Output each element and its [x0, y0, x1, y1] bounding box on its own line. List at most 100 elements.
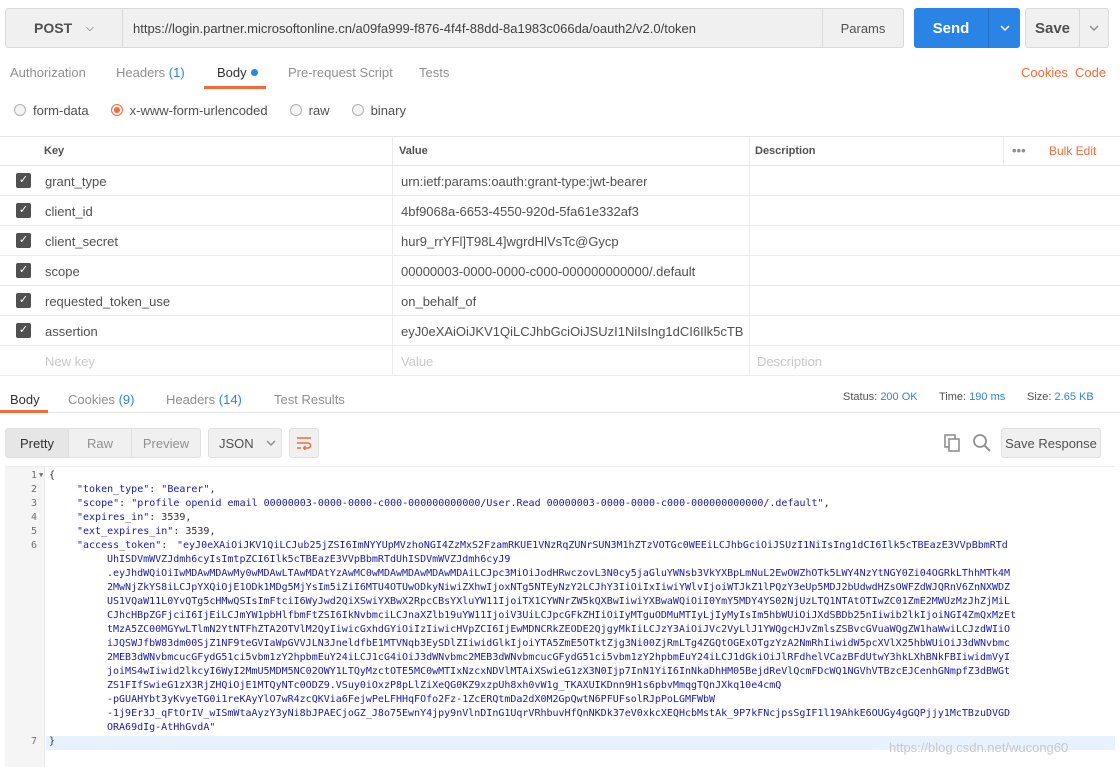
json-line-token-type: "token_type": "Bearer",: [77, 484, 216, 495]
raw-button[interactable]: Raw: [68, 428, 132, 458]
save-dropdown-button[interactable]: [1079, 8, 1109, 48]
row-key[interactable]: assertion: [45, 324, 98, 339]
table-row: ✓ requested_token_use on_behalf_of: [0, 286, 1120, 316]
json-line-ext-expires-in: "ext_expires_in": 3539,: [77, 526, 216, 537]
radio-urlencoded[interactable]: x-www-form-urlencoded: [110, 103, 268, 118]
tab-authorization[interactable]: Authorization: [10, 65, 86, 80]
response-tabs: Body Cookies (9) Headers (14) Test Resul…: [0, 383, 1120, 413]
new-key-input[interactable]: New key: [45, 354, 95, 369]
active-tab-underline: [0, 410, 48, 413]
access-token-line: 2MEB3dWNvbmcucGFydG51ci5vbm1zY2hpbmEuY24…: [107, 652, 1011, 663]
table-row: ✓ grant_type urn:ietf:params:oauth:grant-t…: [0, 166, 1120, 196]
size-readout: Size: 2.65 KB: [1027, 391, 1094, 403]
row-value[interactable]: eyJ0eXAiOiJKV1QiLCJhbGciOiJSUzI1NiIsIng1…: [401, 324, 743, 339]
access-token-line: joiMS4wIiwid2lkcyI6WyI2MmU5MDM5NC02OWY1L…: [107, 666, 1011, 677]
radio-binary[interactable]: binary: [351, 103, 406, 118]
access-token-line: US1VQaW11L0YvQTg5cHMwQSIsImFtciI6WyJwd2Q…: [107, 596, 1011, 607]
response-tab-headers[interactable]: Headers (14): [166, 392, 242, 407]
row-value[interactable]: on_behalf_of: [401, 294, 476, 309]
method-label: POST: [34, 20, 73, 36]
url-input[interactable]: https://login.partner.microsoftonline.cn…: [123, 8, 823, 48]
json-line-access-token: "access_token":: [77, 540, 174, 551]
row-value[interactable]: 00000003-0000-0000-c000-000000000000/.de…: [401, 264, 695, 279]
copy-icon[interactable]: [943, 434, 961, 452]
tab-tests[interactable]: Tests: [419, 65, 449, 80]
response-tab-cookies[interactable]: Cookies (9): [68, 392, 134, 407]
row-value[interactable]: hur9_rrYFl]T98L4]wgrdHlVsTc@Gycp: [401, 234, 619, 249]
save-button[interactable]: Save: [1025, 8, 1080, 48]
row-key[interactable]: grant_type: [45, 174, 106, 189]
save-response-button[interactable]: Save Response: [1001, 428, 1101, 458]
access-token-line: iJQSWJfbW83dm00SjZ1NF9teGVIaWpGVVJLN3Jne…: [107, 638, 1011, 649]
row-enabled-checkbox[interactable]: ✓: [16, 263, 31, 278]
pretty-button[interactable]: Pretty: [5, 428, 69, 458]
row-key[interactable]: client_id: [45, 204, 93, 219]
key-column-header: Key: [44, 145, 65, 157]
row-enabled-checkbox[interactable]: ✓: [16, 293, 31, 308]
response-view-toolbar: Pretty Raw Preview JSON Save Response: [5, 428, 1115, 458]
json-close-brace: }: [49, 736, 56, 747]
cookies-link[interactable]: Cookies: [1021, 65, 1068, 80]
row-enabled-checkbox[interactable]: ✓: [16, 203, 31, 218]
time-readout: Time: 190 ms: [939, 391, 1006, 403]
tab-prerequest-script[interactable]: Pre-request Script: [288, 65, 393, 80]
access-token-line: "eyJ0eXAiOiJKV1QiLCJub25jZSI6ImNYYUpMVzh…: [177, 540, 1008, 551]
row-key[interactable]: client_secret: [45, 234, 118, 249]
new-value-input[interactable]: Value: [401, 354, 433, 369]
access-token-line: .eyJhdWQiOiIwMDAwMDAwMy0wMDAwLTAwMDAtYzA…: [107, 568, 1011, 579]
access-token-line: tMzA5ZC00MGYwLTlmN2YtNTFhZTA2OTVlM2QyIiw…: [107, 624, 1011, 635]
response-body-editor[interactable]: 1 ▼ 2 3 4 5 6 7 { "token_type": "Bearer",…: [5, 466, 1115, 767]
row-enabled-checkbox[interactable]: ✓: [16, 323, 31, 338]
active-tab-underline: [204, 86, 266, 89]
new-description-input[interactable]: Description: [757, 354, 822, 369]
access-token-line: -1j9Er3J_qFtOrIV_wISmWtaAyzY3yNi8bJPAECj…: [107, 708, 1011, 719]
fold-toggle-icon[interactable]: ▼: [39, 471, 43, 479]
params-table: Key Value Description ••• Bulk Edit ✓ gra…: [0, 136, 1120, 376]
access-token-line: -pGUAHYbt3yKvyeTG0i1reKAyYlO7wR4zcQKVia6…: [107, 694, 716, 705]
table-row: ✓ scope 00000003-0000-0000-c000-0000000000…: [0, 256, 1120, 286]
table-row: ✓ client_secret hur9_rrYFl]T98L4]wgrdHlVsT…: [0, 226, 1120, 256]
json-open-brace: {: [49, 470, 56, 481]
request-tabs: Authorization Headers (1) Body Pre-reque…: [0, 59, 1120, 89]
request-bar: POST ⌵ https://login.partner.microsofton…: [5, 8, 1109, 48]
bulk-edit-link[interactable]: Bulk Edit: [1049, 144, 1096, 158]
wrap-lines-icon: [297, 437, 312, 450]
response-tab-test-results[interactable]: Test Results: [274, 392, 345, 407]
row-enabled-checkbox[interactable]: ✓: [16, 233, 31, 248]
headers-count: (1): [168, 65, 185, 80]
tab-body[interactable]: Body: [217, 65, 258, 80]
modified-dot-icon: [250, 69, 258, 76]
table-header: Key Value Description ••• Bulk Edit: [0, 136, 1120, 166]
row-enabled-checkbox[interactable]: ✓: [16, 173, 31, 188]
access-token-line: ZS1FIfSwieG1zX3RjZHQiOjE1MTQyNTc0ODZ9.VS…: [107, 680, 782, 691]
row-value[interactable]: 4bf9068a-6653-4550-920d-5fa61e332af3: [401, 204, 639, 219]
row-key[interactable]: requested_token_use: [45, 294, 170, 309]
format-select[interactable]: JSON: [208, 428, 282, 458]
radio-circle-icon: [289, 104, 302, 116]
send-dropdown-button[interactable]: [988, 8, 1020, 48]
params-button[interactable]: Params: [823, 8, 904, 48]
table-row-new: New key Value Description: [0, 346, 1120, 376]
json-line-scope: "scope": "profile openid email 00000003-…: [77, 498, 830, 509]
more-options-icon[interactable]: •••: [1012, 143, 1026, 158]
body-type-radios: form-data x-www-form-urlencoded raw bina…: [14, 100, 428, 120]
json-line-expires-in: "expires_in": 3539,: [77, 512, 192, 523]
tab-headers[interactable]: Headers (1): [116, 65, 185, 80]
method-select[interactable]: POST ⌵: [5, 8, 123, 48]
chevron-down-icon: [1089, 25, 1099, 31]
search-icon[interactable]: [972, 433, 992, 453]
send-button[interactable]: Send: [914, 8, 988, 48]
access-token-line: CJhcHBpZGFjciI6IjEiLCJmYW1pbHlfbmFtZSI6I…: [107, 610, 1017, 621]
response-tab-body[interactable]: Body: [10, 392, 40, 407]
value-column-header: Value: [399, 145, 428, 157]
radio-selected-icon: [110, 104, 123, 116]
radio-form-data[interactable]: form-data: [14, 103, 89, 118]
row-key[interactable]: scope: [45, 264, 80, 279]
wrap-lines-button[interactable]: [289, 428, 319, 458]
access-token-line: UhISDVmWVZJdmh6cyIsImtpZCI6Ilk5cTBEazE3V…: [107, 554, 511, 565]
row-value[interactable]: urn:ietf:params:oauth:grant-type:jwt-bea…: [401, 174, 647, 189]
code-link[interactable]: Code: [1075, 65, 1106, 80]
radio-raw[interactable]: raw: [289, 103, 330, 118]
status-readout: Status: 200 OK: [843, 391, 918, 403]
preview-button[interactable]: Preview: [131, 428, 201, 458]
